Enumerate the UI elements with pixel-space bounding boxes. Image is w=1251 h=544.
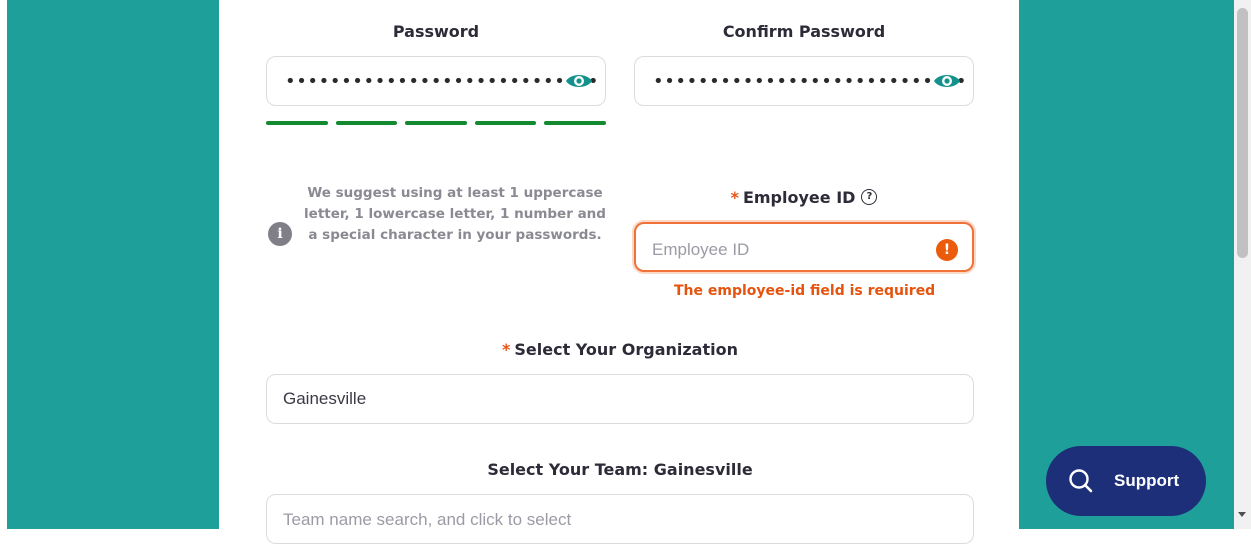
info-icon: i	[268, 222, 292, 246]
required-asterisk: *	[502, 340, 511, 359]
employee-id-label-text: Employee ID	[742, 188, 856, 207]
employee-id-placeholder: Employee ID	[652, 240, 750, 259]
organization-value: Gainesville	[283, 389, 367, 408]
exclamation-icon: !	[936, 239, 958, 261]
password-label: Password	[392, 22, 480, 41]
team-search-placeholder: Team name search, and click to select	[283, 510, 572, 529]
support-label: Support	[1114, 471, 1180, 490]
employee-id-error-message: The employee-id field is required	[674, 283, 936, 299]
organization-label-text: Select Your Organization	[514, 340, 738, 359]
page-edge	[0, 0, 7, 529]
strength-segment	[335, 121, 398, 125]
team-label: Select Your Team: Gainesville	[487, 460, 753, 479]
confirm-password-masked-value: ••••••••••••••••••••••••••••	[653, 71, 968, 92]
team-search-input[interactable]: Team name search, and click to select	[266, 494, 974, 544]
search-icon	[1069, 469, 1093, 493]
eye-icon[interactable]	[565, 71, 593, 91]
strength-segment	[266, 121, 328, 125]
confirm-password-field[interactable]: ••••••••••••••••••••••••••••	[634, 56, 974, 106]
strength-segment	[544, 121, 606, 125]
password-field[interactable]: ••••••••••••••••••••••••••••	[266, 56, 606, 106]
support-button[interactable]: Support	[1046, 446, 1206, 516]
password-hint-text: We suggest using at least 1 uppercase le…	[304, 185, 606, 243]
employee-id-label: * Employee ID?	[634, 188, 974, 207]
password-masked-value: ••••••••••••••••••••••••••••	[285, 71, 600, 92]
required-asterisk: *	[730, 188, 739, 207]
organization-select[interactable]: Gainesville	[266, 374, 974, 424]
strength-segment	[405, 121, 467, 125]
scrollbar-thumb[interactable]	[1237, 8, 1248, 258]
confirm-password-label: Confirm Password	[722, 22, 886, 41]
scroll-down-arrow-icon[interactable]	[1238, 512, 1246, 517]
password-strength-meter	[266, 121, 606, 125]
organization-label: * Select Your Organization	[266, 340, 974, 359]
question-circle-icon[interactable]: ?	[861, 189, 878, 205]
eye-icon[interactable]	[933, 71, 961, 91]
strength-segment	[474, 121, 537, 125]
employee-id-input[interactable]: Employee ID !	[634, 222, 974, 272]
